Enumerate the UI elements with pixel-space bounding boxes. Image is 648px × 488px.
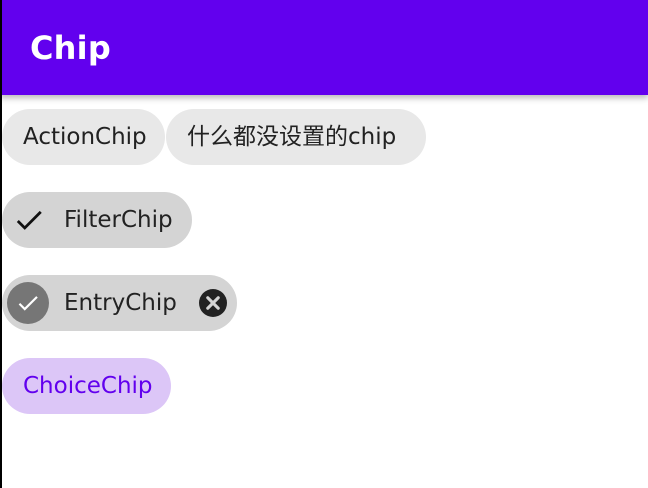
entry-chip[interactable]: EntryChip — [2, 275, 237, 331]
action-chip[interactable]: ActionChip — [2, 109, 165, 165]
action-chip-label: ActionChip — [23, 124, 147, 150]
choice-chip-label: ChoiceChip — [23, 373, 153, 399]
check-avatar-icon — [7, 282, 49, 324]
check-icon — [12, 203, 46, 237]
entry-chip-label: EntryChip — [64, 290, 177, 316]
app-title: Chip — [30, 29, 111, 67]
chip-content-area: ActionChip 什么都没设置的chip FilterChip EntryC… — [2, 95, 648, 488]
filter-chip-label: FilterChip — [64, 207, 173, 233]
close-icon[interactable] — [198, 289, 227, 317]
choice-chip[interactable]: ChoiceChip — [2, 358, 171, 414]
filter-chip[interactable]: FilterChip — [2, 192, 192, 248]
plain-chip[interactable]: 什么都没设置的chip — [166, 109, 426, 165]
plain-chip-label: 什么都没设置的chip — [187, 124, 397, 150]
app-bar: Chip — [0, 0, 648, 95]
window-left-edge — [0, 0, 2, 488]
